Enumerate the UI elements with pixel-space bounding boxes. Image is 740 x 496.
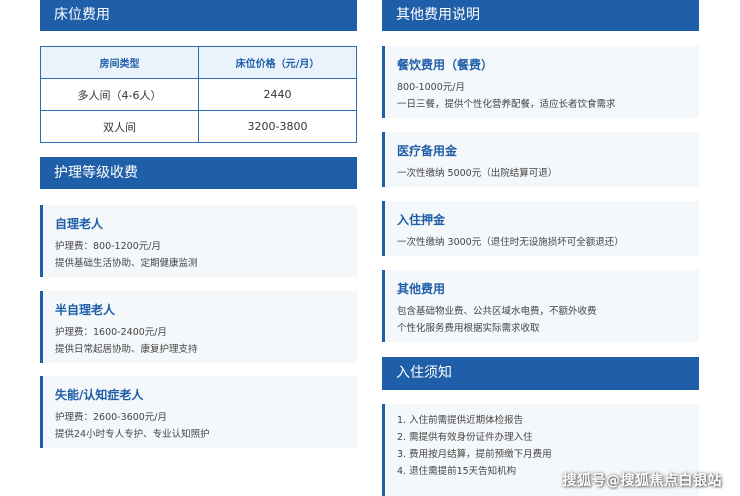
card-title: 入住押金 [397,213,446,227]
bed-fee-header: 床位费用 [40,0,357,31]
care-card-self: 自理老人 护理费：800-1200元/月 提供基础生活协助、定期健康监测 [40,205,357,277]
card-title: 餐饮费用（餐费） [397,58,494,72]
other-card-misc: 其他费用 包含基础物业费、公共区域水电费，不额外收费 个性化服务费用根据实际需求… [382,270,699,342]
card-line: 提供日常起居协助、康复护理支持 [55,344,198,355]
card-title: 自理老人 [55,217,104,231]
card-title: 医疗备用金 [397,144,458,158]
other-card-medical-reserve: 医疗备用金 一次性缴纳 5000元（出院结算可退） [382,132,699,187]
card-line: 800-1000元/月 [397,82,465,93]
card-line: 提供24小时专人专护、专业认知照护 [55,429,210,440]
card-line: 一次性缴纳 5000元（出院结算可退） [397,168,558,179]
card-title: 失能/认知症老人 [55,388,144,402]
card-line: 护理费：800-1200元/月 [55,241,161,252]
care-card-disabled: 失能/认知症老人 护理费：2600-3600元/月 提供24小时专人专护、专业认… [40,376,357,448]
table-cell: 多人间（4-6人） [40,78,199,111]
care-fee-header: 护理等级收费 [40,157,357,189]
other-fee-header: 其他费用说明 [382,0,699,31]
card-line: 包含基础物业费、公共区域水电费，不额外收费 [397,306,597,317]
care-card-semi: 半自理老人 护理费：1600-2400元/月 提供日常起居协助、康复护理支持 [40,291,357,363]
column-header-room-type: 房间类型 [40,46,199,79]
table-cell: 2440 [198,78,357,111]
card-title: 半自理老人 [55,303,116,317]
bed-price-table: 房间类型 床位价格（元/月） 多人间（4-6人） 2440 双人间 3200-3… [40,46,357,143]
table-cell: 3200-3800 [198,110,357,143]
other-card-deposit: 入住押金 一次性缴纳 3000元（退住时无设施损坏可全额退还） [382,201,699,256]
table-header-row: 房间类型 床位价格（元/月） [40,46,357,79]
column-header-bed-price: 床位价格（元/月） [198,46,357,79]
notice-item: 1. 入住前需提供近期体检报告 [397,415,524,426]
notice-header: 入住须知 [382,357,699,390]
card-line: 一次性缴纳 3000元（退住时无设施损坏可全额退还） [397,237,624,248]
table-row: 多人间（4-6人） 2440 [40,78,357,111]
card-title: 其他费用 [397,282,446,296]
card-line: 一日三餐，提供个性化营养配餐，适应长者饮食需求 [397,99,616,110]
notice-item: 3. 费用按月结算，提前预缴下月费用 [397,449,552,460]
other-card-meals: 餐饮费用（餐费） 800-1000元/月 一日三餐，提供个性化营养配餐，适应长者… [382,46,699,118]
table-cell: 双人间 [40,110,199,143]
notice-item: 2. 需提供有效身份证件办理入住 [397,432,533,443]
card-line: 护理费：2600-3600元/月 [55,412,167,423]
card-line: 护理费：1600-2400元/月 [55,327,167,338]
card-line: 提供基础生活协助、定期健康监测 [55,258,198,269]
sohu-watermark: 搜狐号@搜狐焦点白银站 [562,473,722,489]
card-line: 个性化服务费用根据实际需求收取 [397,323,540,334]
table-row: 双人间 3200-3800 [40,110,357,143]
